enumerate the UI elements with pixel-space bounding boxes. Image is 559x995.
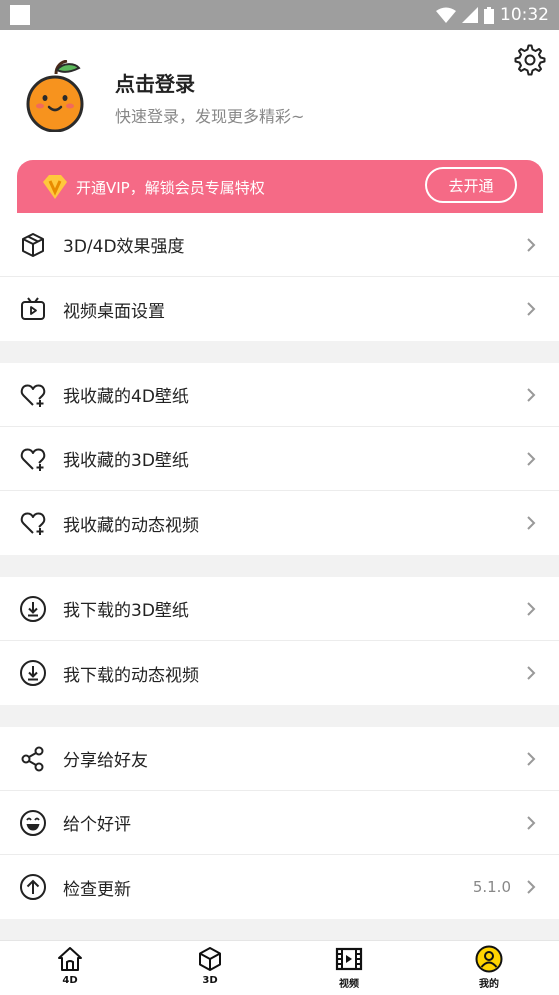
settings-gear-icon[interactable] bbox=[514, 44, 546, 76]
download-circle-icon bbox=[19, 659, 47, 687]
tab-label: 4D bbox=[62, 975, 78, 986]
vip-text: 开通VIP，解锁会员专属特权 bbox=[76, 179, 265, 197]
chevron-right-icon bbox=[527, 387, 536, 402]
cube-outline-icon bbox=[19, 231, 47, 259]
menu-item-3d4d-strength[interactable]: 3D/4D效果强度 bbox=[0, 213, 559, 277]
menu-item-label: 3D/4D效果强度 bbox=[63, 237, 185, 257]
menu-item-fav-video[interactable]: 我收藏的动态视频 bbox=[0, 491, 559, 555]
menu-item-fav-3d[interactable]: 我收藏的3D壁纸 bbox=[0, 427, 559, 491]
tv-play-icon bbox=[19, 295, 47, 323]
signal-icon bbox=[462, 7, 478, 23]
orange-avatar-icon[interactable] bbox=[23, 59, 87, 133]
chevron-right-icon bbox=[527, 516, 536, 530]
chevron-right-icon bbox=[527, 751, 536, 766]
menu-item-video-desktop[interactable]: 视频桌面设置 bbox=[0, 277, 559, 341]
tab-label: 视频 bbox=[339, 979, 359, 990]
chevron-right-icon bbox=[527, 880, 536, 894]
chevron-right-icon bbox=[527, 302, 536, 316]
menu-item-label: 分享给好友 bbox=[63, 751, 148, 771]
chevron-right-icon bbox=[527, 451, 536, 466]
tab-mine[interactable]: 我的 bbox=[459, 945, 519, 990]
menu-item-label: 我收藏的动态视频 bbox=[63, 515, 199, 536]
battery-icon bbox=[484, 6, 494, 24]
menu-item-dl-3d[interactable]: 我下载的3D壁纸 bbox=[0, 577, 559, 641]
tab-label: 3D bbox=[202, 975, 218, 986]
settings-group: 3D/4D效果强度 视频桌面设置 bbox=[0, 213, 559, 341]
status-time: 10:32 bbox=[500, 5, 549, 25]
menu-item-label: 我下载的动态视频 bbox=[63, 665, 199, 686]
chevron-right-icon bbox=[527, 815, 536, 830]
menu-item-label: 视频桌面设置 bbox=[63, 301, 165, 322]
chevron-right-icon bbox=[527, 237, 536, 252]
smile-icon bbox=[19, 809, 47, 837]
vip-diamond-icon bbox=[41, 174, 69, 200]
open-vip-button[interactable]: 去开通 bbox=[425, 167, 517, 203]
wifi-icon bbox=[436, 7, 456, 23]
heart-plus-icon bbox=[19, 381, 47, 409]
menu-item-label: 给个好评 bbox=[63, 815, 131, 835]
vip-banner[interactable]: 开通VIP，解锁会员专属特权 去开通 bbox=[17, 160, 543, 213]
chevron-right-icon bbox=[527, 601, 536, 616]
menu-item-fav-4d[interactable]: 我收藏的4D壁纸 bbox=[0, 363, 559, 427]
heart-plus-icon bbox=[19, 509, 47, 537]
menu-item-dl-video[interactable]: 我下载的动态视频 bbox=[0, 641, 559, 705]
chevron-right-icon bbox=[527, 666, 536, 680]
menu-item-share[interactable]: 分享给好友 bbox=[0, 727, 559, 791]
tab-label: 我的 bbox=[479, 979, 499, 990]
user-circle-icon bbox=[475, 945, 503, 973]
menu-item-label: 我收藏的3D壁纸 bbox=[63, 451, 189, 471]
cube-icon bbox=[199, 947, 221, 971]
favorites-group: 我收藏的4D壁纸 我收藏的3D壁纸 我收藏的动态视频 bbox=[0, 363, 559, 555]
notification-icon bbox=[10, 5, 30, 25]
menu-item-rate[interactable]: 给个好评 bbox=[0, 791, 559, 855]
menu-item-label: 我下载的3D壁纸 bbox=[63, 601, 189, 621]
status-bar: 10:32 bbox=[0, 0, 559, 30]
tab-4d[interactable]: 4D bbox=[40, 945, 100, 986]
menu-item-check-update[interactable]: 检查更新 5.1.0 bbox=[0, 855, 559, 919]
home-icon bbox=[58, 947, 82, 971]
tab-3d[interactable]: 3D bbox=[180, 945, 240, 986]
download-circle-icon bbox=[19, 595, 47, 623]
menu-item-label: 我收藏的4D壁纸 bbox=[63, 387, 189, 407]
version-text: 5.1.0 bbox=[472, 878, 511, 896]
update-circle-icon bbox=[19, 873, 47, 901]
downloads-group: 我下载的3D壁纸 我下载的动态视频 bbox=[0, 577, 559, 705]
film-icon bbox=[335, 947, 363, 971]
menu-item-label: 检查更新 bbox=[63, 879, 131, 900]
heart-plus-icon bbox=[19, 445, 47, 473]
bottom-nav: 4D 3D 视频 我的 bbox=[0, 940, 559, 995]
login-subtitle: 快速登录，发现更多精彩~ bbox=[115, 107, 305, 126]
login-title[interactable]: 点击登录 bbox=[115, 68, 195, 97]
share-icon bbox=[19, 745, 47, 773]
tab-video[interactable]: 视频 bbox=[319, 945, 379, 990]
misc-group: 分享给好友 给个好评 检查更新 5.1.0 bbox=[0, 727, 559, 919]
